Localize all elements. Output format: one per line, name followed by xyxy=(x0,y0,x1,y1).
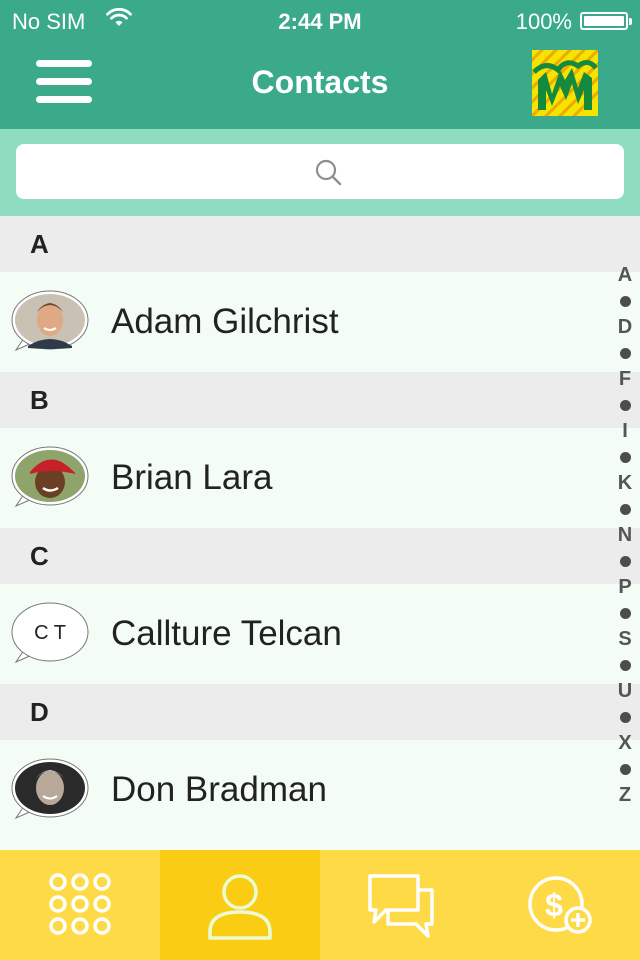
contact-name: Callture Telcan xyxy=(111,614,342,653)
status-bar: No SIM 2:44 PM 100% xyxy=(0,0,640,40)
svg-text:$: $ xyxy=(545,887,563,923)
search-icon xyxy=(315,159,342,186)
avatar-initials: C T xyxy=(34,622,66,644)
avatar-photo-icon xyxy=(11,758,89,820)
index-letter-a[interactable]: A xyxy=(612,262,638,288)
index-dot[interactable] xyxy=(612,548,638,574)
add-credit-icon: $ xyxy=(528,876,592,934)
battery-icon xyxy=(580,12,632,30)
battery-percent: 100% xyxy=(515,9,572,34)
index-dot[interactable] xyxy=(612,652,638,678)
index-dot[interactable] xyxy=(612,392,638,418)
contact-name: Brian Lara xyxy=(111,458,273,497)
search-bar-area xyxy=(0,129,640,216)
section-header-d: D xyxy=(0,684,640,740)
index-dot[interactable] xyxy=(612,704,638,730)
tab-messages[interactable] xyxy=(320,850,480,960)
messages-icon xyxy=(368,874,434,938)
avatar-initials-icon: C T xyxy=(11,602,89,664)
search-field[interactable] xyxy=(16,144,624,199)
index-dot[interactable] xyxy=(612,756,638,782)
section-header-b: B xyxy=(0,372,640,428)
index-dot[interactable] xyxy=(612,444,638,470)
index-dot[interactable] xyxy=(612,600,638,626)
index-dot[interactable] xyxy=(612,288,638,314)
palm-tree-logo-icon xyxy=(532,50,598,116)
index-letter-k[interactable]: K xyxy=(612,470,638,496)
index-letter-p[interactable]: P xyxy=(612,574,638,600)
index-dot[interactable] xyxy=(612,496,638,522)
index-letter-n[interactable]: N xyxy=(612,522,638,548)
contact-row-don-bradman[interactable]: Don Bradman xyxy=(0,740,640,840)
contacts-icon xyxy=(208,874,272,940)
tab-add-credit[interactable]: $ xyxy=(480,850,640,960)
tab-contacts[interactable] xyxy=(160,850,320,960)
index-letter-d[interactable]: D xyxy=(612,314,638,340)
index-dot[interactable] xyxy=(612,340,638,366)
contact-name: Adam Gilchrist xyxy=(111,302,339,341)
avatar-photo-icon xyxy=(11,290,89,352)
index-letter-f[interactable]: F xyxy=(612,366,638,392)
contact-name: Don Bradman xyxy=(111,770,327,809)
section-header-a: A xyxy=(0,216,640,272)
index-letter-x[interactable]: X xyxy=(612,730,638,756)
avatar-photo-icon xyxy=(11,446,89,508)
index-letter-s[interactable]: S xyxy=(612,626,638,652)
brand-logo[interactable] xyxy=(532,50,598,116)
contact-row-brian-lara[interactable]: Brian Lara xyxy=(0,428,640,528)
section-header-c: C xyxy=(0,528,640,584)
keypad-icon xyxy=(49,873,111,935)
nav-header: No SIM 2:44 PM 100% Contacts xyxy=(0,0,640,129)
contact-row-adam-gilchrist[interactable]: Adam Gilchrist xyxy=(0,272,640,372)
contact-row-callture-telcan[interactable]: C T Callture Telcan xyxy=(0,584,640,684)
index-letter-u[interactable]: U xyxy=(612,678,638,704)
index-letter-i[interactable]: I xyxy=(612,418,638,444)
alphabet-index[interactable]: A D F I K N P S U X Z xyxy=(612,262,638,808)
tab-keypad[interactable] xyxy=(0,850,160,960)
bottom-tab-bar: $ xyxy=(0,850,640,960)
index-letter-z[interactable]: Z xyxy=(612,782,638,808)
